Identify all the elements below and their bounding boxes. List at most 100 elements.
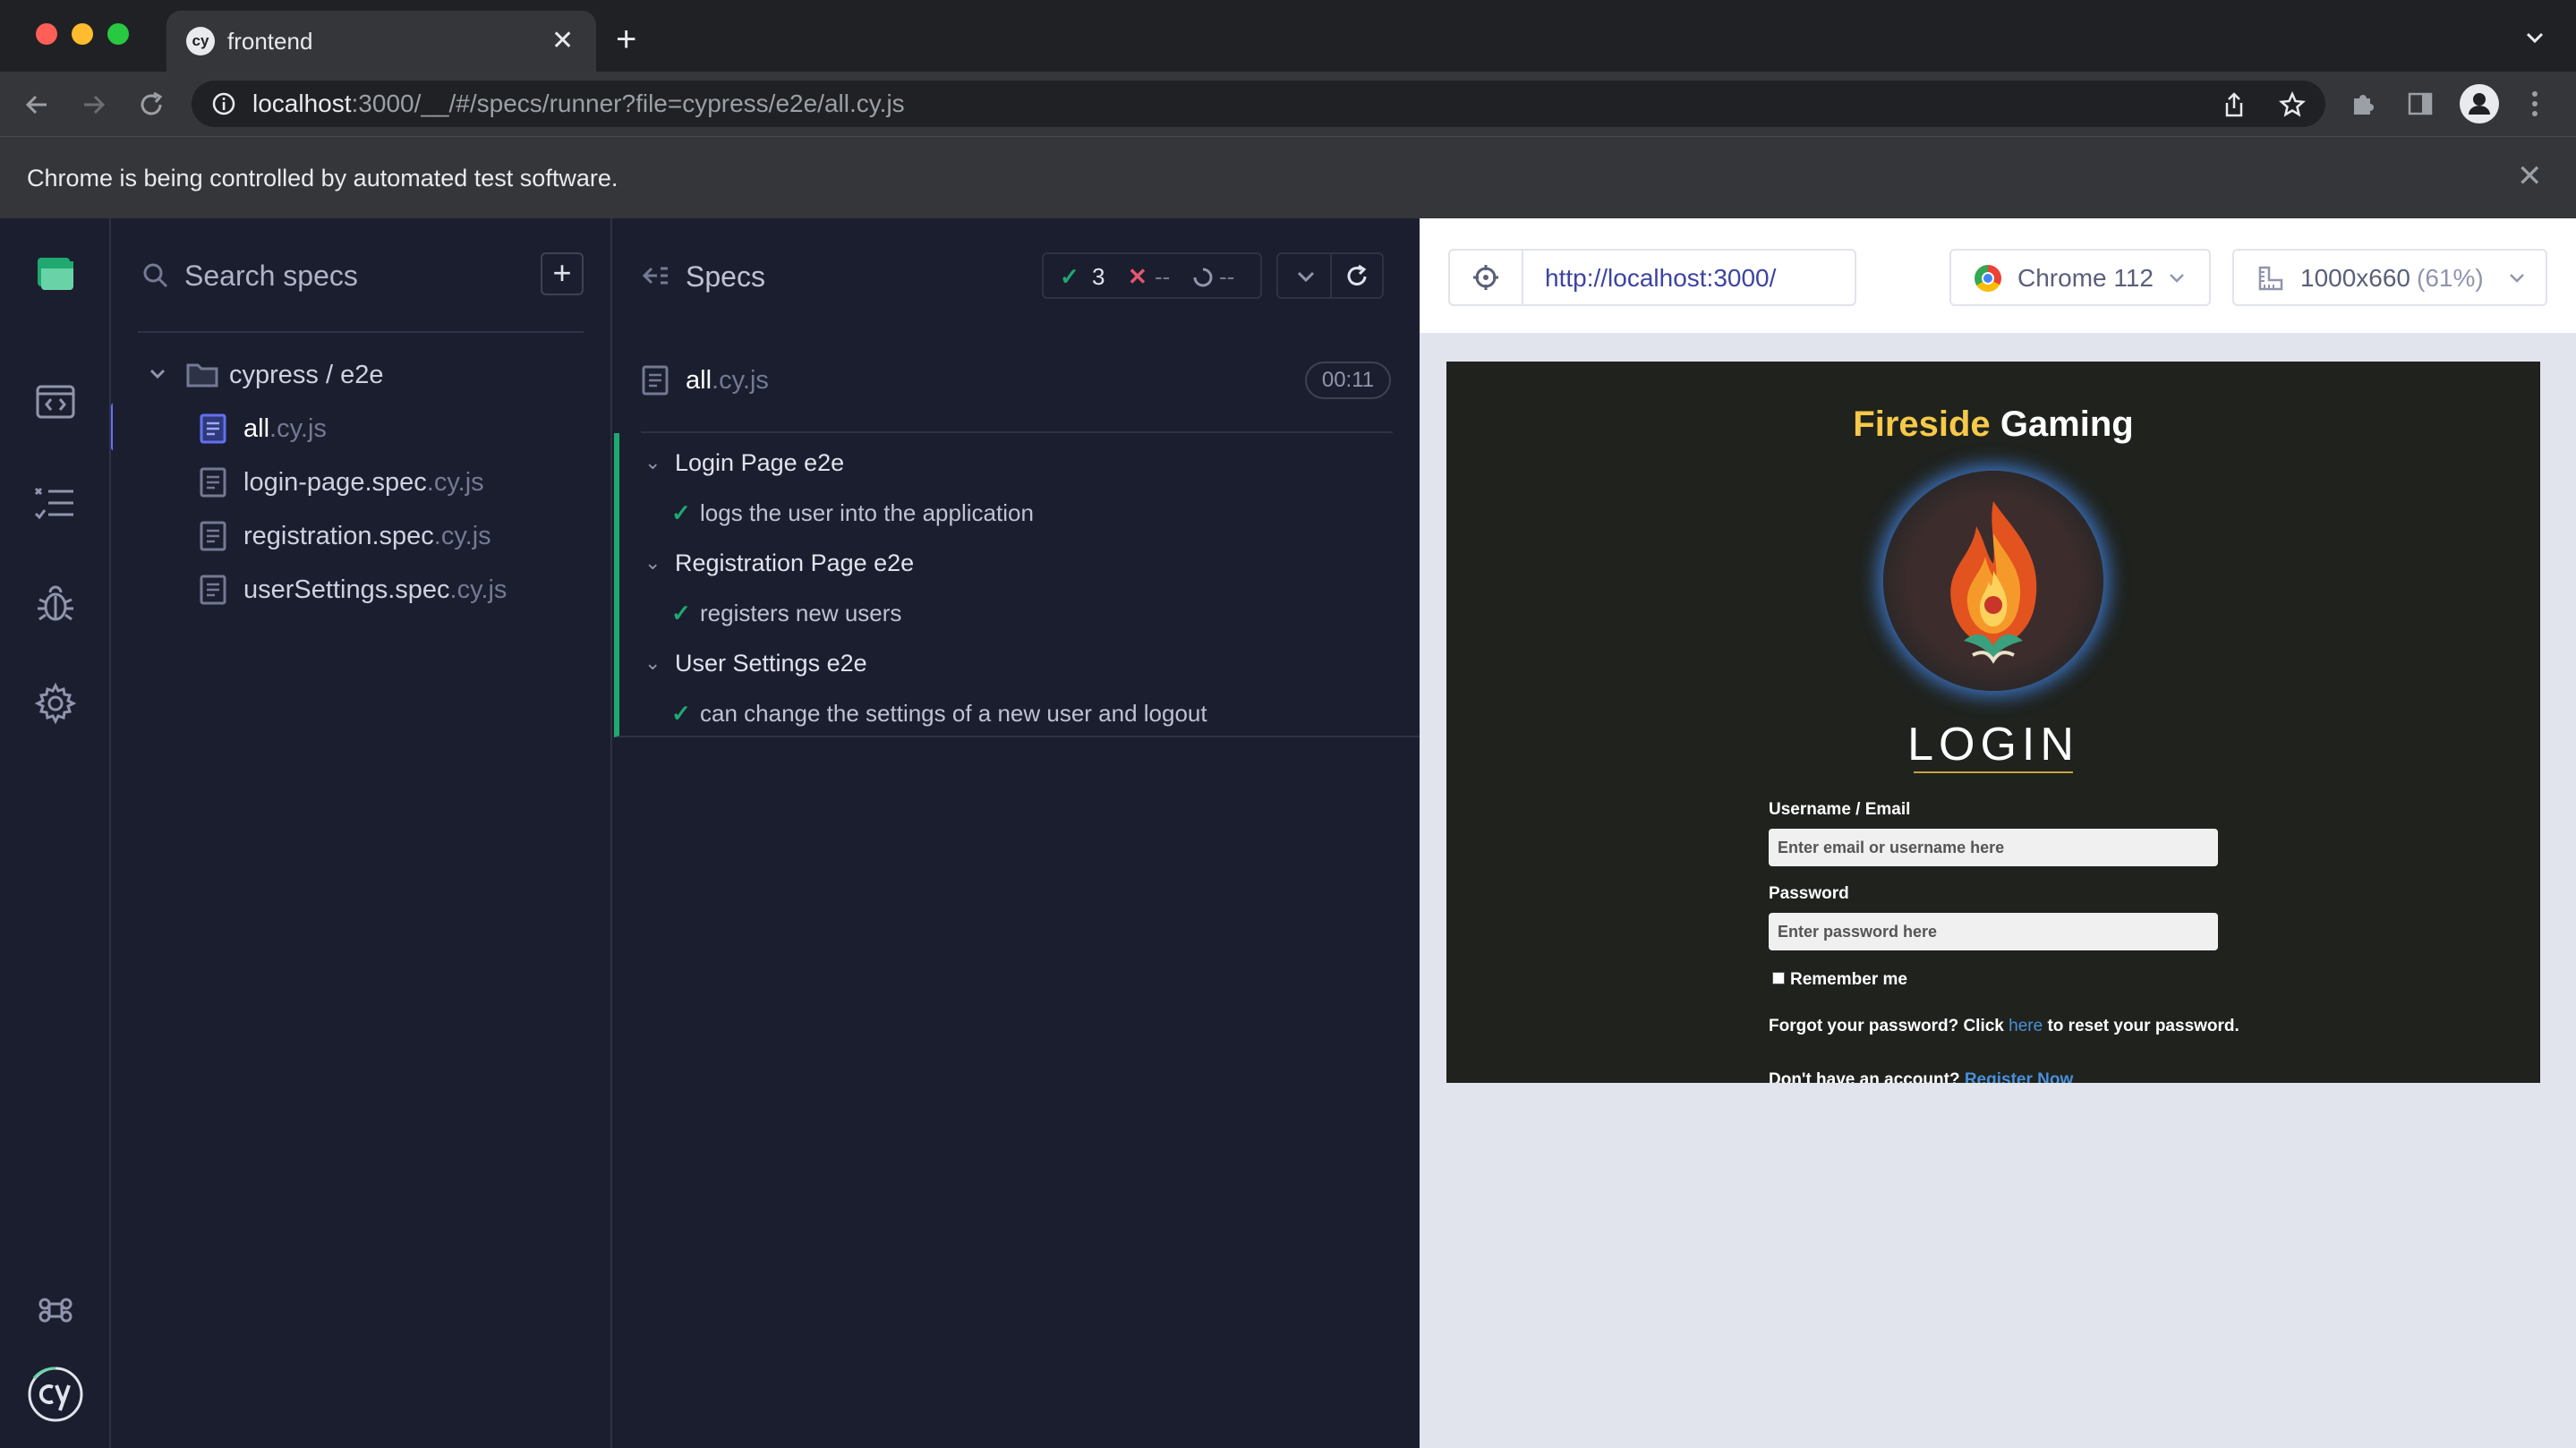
chevron-down-icon — [2506, 267, 2528, 288]
extensions-icon[interactable] — [2349, 89, 2377, 118]
fireside-logo-image — [1883, 471, 2103, 691]
forgot-password-link[interactable]: here — [2009, 1017, 2043, 1035]
add-spec-button[interactable]: + — [541, 252, 584, 295]
suite-title: User Settings e2e — [675, 650, 867, 677]
spec-item-login-page[interactable]: login-page.spec.cy.js — [113, 456, 610, 507]
register-link[interactable]: Register Now — [1965, 1070, 2073, 1083]
test-row[interactable]: ✓ can change the settings of a new user … — [619, 691, 1420, 736]
side-nav — [0, 218, 111, 1448]
register-text: Don't have an account? Register Now — [1769, 1070, 2073, 1083]
divider — [138, 331, 584, 333]
collapse-specs-icon[interactable] — [641, 263, 670, 288]
browser-tab[interactable]: cy frontend ✕ — [166, 11, 596, 72]
password-label: Password — [1769, 884, 1849, 903]
document-icon — [199, 575, 227, 605]
folder-icon — [186, 360, 218, 388]
search-specs-input[interactable] — [184, 254, 507, 297]
infobar-close-icon[interactable]: ✕ — [2517, 160, 2543, 192]
document-icon — [199, 413, 227, 444]
duration-badge: 00:11 — [1305, 362, 1391, 399]
test-row[interactable]: ✓ logs the user into the application — [619, 490, 1420, 535]
back-icon[interactable] — [21, 89, 52, 120]
spec-item-registration[interactable]: registration.spec.cy.js — [113, 510, 610, 560]
test-title: can change the settings of a new user an… — [700, 700, 1207, 727]
failed-x-icon: ✕ — [1128, 263, 1147, 290]
pending-count: -- — [1219, 263, 1235, 290]
settings-gear-icon[interactable] — [32, 680, 79, 727]
tab-search-chevron-icon[interactable] — [2522, 25, 2547, 50]
document-icon — [641, 365, 670, 396]
selector-playground-button[interactable] — [1450, 251, 1523, 304]
ruler-icon — [2257, 265, 2284, 292]
test-row[interactable]: ✓ registers new users — [619, 591, 1420, 635]
suite-row[interactable]: ⌄ User Settings e2e — [619, 641, 1420, 686]
spec-list-panel: + cypress / e2e all.cy.js login-page.spe… — [113, 218, 612, 1448]
chevron-down-icon: ⌄ — [644, 652, 661, 674]
username-label: Username / Email — [1769, 800, 1911, 819]
forgot-password-text: Forgot your password? Click here to rese… — [1769, 1017, 2239, 1035]
browser-selector[interactable]: Chrome 112 — [1949, 249, 2211, 306]
bookmark-star-icon[interactable] — [2279, 91, 2306, 118]
cypress-logo-icon — [27, 1366, 84, 1423]
search-icon — [141, 261, 170, 290]
document-icon — [199, 467, 227, 498]
rerun-icon[interactable] — [1344, 264, 1369, 289]
suite-row[interactable]: ⌄ Login Page e2e — [619, 440, 1420, 485]
tab-close-icon[interactable]: ✕ — [551, 27, 574, 55]
password-input[interactable] — [1769, 913, 2218, 950]
new-tab-icon[interactable]: + — [616, 21, 636, 57]
automation-infobar: Chrome is being controlled by automated … — [0, 136, 2576, 218]
cypress-favicon-icon: cy — [186, 27, 215, 55]
aut-url-text: http://localhost:3000/ — [1545, 264, 1777, 292]
minimize-window-button[interactable] — [72, 23, 93, 45]
folder-label: cypress / e2e — [229, 361, 384, 389]
pass-check-icon: ✓ — [671, 700, 691, 727]
specs-nav-icon[interactable] — [32, 379, 79, 426]
suite-row[interactable]: ⌄ Registration Page e2e — [619, 541, 1420, 585]
test-title: registers new users — [700, 600, 902, 626]
viewport-scale: (61%) — [2417, 264, 2484, 292]
pass-check-icon: ✓ — [671, 600, 691, 626]
login-heading: LOGIN — [1907, 719, 2079, 771]
folder-row[interactable]: cypress / e2e — [113, 349, 610, 399]
share-icon[interactable] — [2222, 91, 2247, 118]
failed-count: -- — [1155, 263, 1171, 290]
debug-bug-icon[interactable] — [32, 580, 79, 626]
tab-title: frontend — [227, 28, 313, 55]
side-panel-icon[interactable] — [2406, 89, 2435, 118]
profile-avatar-icon[interactable] — [2460, 84, 2499, 124]
chevron-down-icon: ⌄ — [644, 451, 661, 473]
runs-nav-icon[interactable] — [32, 480, 79, 526]
browser-name: Chrome 112 — [2017, 264, 2154, 292]
browser-title-bar: cy frontend ✕ + — [0, 0, 2576, 72]
browser-toolbar: localhost:3000/__/#/specs/runner?file=cy… — [0, 72, 2576, 136]
aut-iframe[interactable]: Fireside Gaming LOGIN Username / Email P… — [1446, 362, 2540, 1083]
maximize-window-button[interactable] — [107, 23, 129, 45]
suite-title: Registration Page e2e — [675, 549, 915, 576]
reporter-controls — [1276, 252, 1384, 299]
remember-me-checkbox[interactable] — [1772, 972, 1785, 984]
username-input[interactable] — [1769, 829, 2218, 866]
passed-count: 3 — [1092, 263, 1105, 290]
browser-menu-icon[interactable] — [2529, 88, 2540, 120]
expand-chevron-icon[interactable] — [1294, 265, 1318, 288]
spec-item-all[interactable]: all.cy.js — [113, 403, 610, 453]
remember-me-label: Remember me — [1790, 970, 1907, 989]
forward-icon[interactable] — [79, 89, 109, 120]
suite-title: Login Page e2e — [675, 449, 845, 476]
address-bar[interactable]: localhost:3000/__/#/specs/runner?file=cy… — [192, 81, 2325, 127]
project-icon[interactable] — [32, 251, 79, 297]
pass-check-icon: ✓ — [671, 499, 691, 526]
site-info-icon[interactable] — [211, 91, 236, 116]
spec-item-label: login-page.spec.cy.js — [243, 468, 484, 497]
close-window-button[interactable] — [36, 23, 57, 45]
divider — [1330, 254, 1332, 297]
reload-icon[interactable] — [136, 89, 166, 120]
chevron-down-icon — [2166, 267, 2188, 288]
spec-item-label: userSettings.spec.cy.js — [243, 575, 508, 604]
spec-item-user-settings[interactable]: userSettings.spec.cy.js — [113, 564, 610, 614]
keyboard-shortcuts-icon[interactable] — [32, 1287, 79, 1333]
viewport-info[interactable]: 1000x660 (61%) — [2232, 249, 2547, 306]
aut-url-bar[interactable]: http://localhost:3000/ — [1448, 249, 1856, 306]
chrome-icon — [1975, 265, 2001, 292]
